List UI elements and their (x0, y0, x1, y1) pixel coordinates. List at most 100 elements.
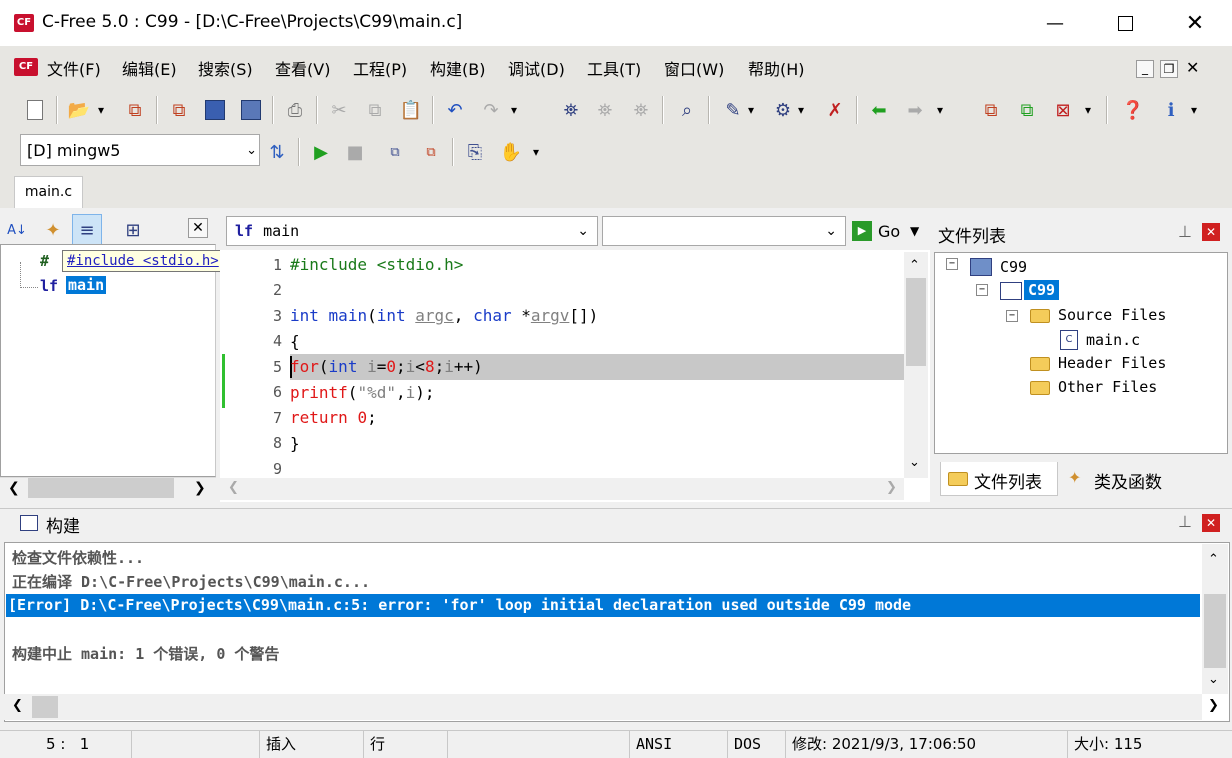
debug-icon[interactable]: ⎘ (460, 136, 490, 168)
tree-main-c[interactable]: main.c (1086, 331, 1140, 349)
find-icon[interactable]: ⛯ (556, 94, 586, 126)
undo-icon[interactable]: ↶ (440, 94, 470, 126)
menu-build[interactable]: 构建(B) (430, 56, 485, 80)
tree-source-files[interactable]: Source Files (1058, 306, 1166, 324)
editor-hscroll[interactable] (220, 478, 904, 500)
info-dropdown-icon[interactable]: ▾ (1184, 94, 1204, 126)
menu-help[interactable]: 帮助(H) (748, 56, 805, 80)
go-dropdown-icon[interactable]: ▼ (910, 224, 919, 238)
mdi-restore-icon[interactable]: ❐ (1160, 60, 1178, 78)
tree-other-files[interactable]: Other Files (1058, 378, 1157, 396)
nav-forward-icon[interactable]: ➡ (900, 94, 930, 126)
build-vscroll-thumb[interactable] (1204, 594, 1226, 668)
nav-back-icon[interactable]: ⬅ (864, 94, 894, 126)
menu-project[interactable]: 工程(P) (353, 56, 407, 80)
mdi-minimize-icon[interactable]: _ (1136, 60, 1154, 78)
tree-project[interactable]: C99 (1024, 280, 1060, 300)
save-icon[interactable] (200, 94, 230, 126)
scroll-left-icon[interactable]: ❮ (8, 480, 20, 496)
editor-vscroll-thumb[interactable] (906, 278, 926, 366)
redo-dropdown-icon[interactable]: ▾ (504, 94, 524, 126)
scope-select[interactable]: ⌄ (602, 216, 846, 246)
maximize-icon[interactable] (1102, 0, 1148, 46)
copy-icon[interactable]: ⧉ (360, 94, 390, 126)
build-hscroll[interactable] (4, 694, 1202, 720)
scroll-down-icon[interactable]: ⌄ (1208, 672, 1219, 687)
build-hscroll-thumb[interactable] (32, 696, 58, 718)
save-all-icon[interactable] (236, 94, 266, 126)
symbol-tree-icon[interactable]: ≡ (72, 214, 102, 246)
scroll-right-icon[interactable]: ❯ (1208, 698, 1219, 713)
menu-debug[interactable]: 调试(D) (508, 56, 565, 80)
scroll-down-icon[interactable]: ⌄ (909, 455, 920, 470)
menu-edit[interactable]: 编辑(E) (122, 56, 177, 80)
tree-header-files[interactable]: Header Files (1058, 354, 1166, 372)
menu-tools[interactable]: 工具(T) (587, 56, 641, 80)
build-icon[interactable]: ⧉ (416, 136, 446, 168)
info-icon[interactable]: ℹ (1156, 94, 1186, 126)
doc-icon[interactable]: CF (14, 58, 38, 76)
collapse-icon[interactable]: − (946, 258, 958, 270)
collapse-icon[interactable]: − (976, 284, 988, 296)
symbol-list-icon[interactable]: ⊞ (118, 214, 148, 246)
menu-search[interactable]: 搜索(S) (198, 56, 253, 80)
function-select[interactable]: lf main ⌄ (226, 216, 598, 246)
scroll-up-icon[interactable]: ⌃ (1208, 552, 1219, 567)
open-folder-icon[interactable]: 📂 (64, 94, 94, 126)
scroll-left-icon[interactable]: ❮ (228, 480, 239, 495)
filelist-close-icon[interactable]: ✕ (1202, 223, 1220, 241)
compile-icon[interactable]: ⧉ (380, 136, 410, 168)
menu-view[interactable]: 查看(V) (275, 56, 330, 80)
next-bookmark-dropdown-icon[interactable]: ▾ (794, 94, 808, 126)
minimize-icon[interactable]: — (1032, 0, 1078, 46)
bookmark-dropdown-icon[interactable]: ▾ (744, 94, 758, 126)
scroll-right-icon[interactable]: ❯ (886, 480, 897, 495)
find-prev-icon[interactable]: ⛯ (626, 94, 656, 126)
scroll-left-icon[interactable]: ❮ (12, 698, 23, 713)
symbol-main[interactable]: main (66, 276, 107, 294)
tab-main-c[interactable]: main.c (14, 176, 83, 208)
project-dropdown-icon[interactable]: ▾ (1078, 94, 1098, 126)
project-new-icon[interactable]: ⧉ (976, 94, 1006, 126)
cut-icon[interactable]: ✂ (324, 94, 354, 126)
close-file-icon[interactable]: ⧉ (164, 94, 194, 126)
compiler-select[interactable]: [D] mingw5 ⌄ (20, 134, 260, 166)
scroll-right-icon[interactable]: ❯ (194, 480, 206, 496)
build-close-icon[interactable]: ✕ (1202, 514, 1220, 532)
pin-icon[interactable]: ⊥ (1178, 512, 1192, 531)
nav-dropdown-icon[interactable]: ▾ (930, 94, 950, 126)
project-close-icon[interactable]: ⊠ (1048, 94, 1078, 126)
status-cell (448, 731, 630, 758)
stop-icon[interactable]: ■ (340, 136, 370, 168)
pin-icon[interactable]: ⊥ (1178, 222, 1192, 241)
mdi-close-icon[interactable]: ✕ (1186, 58, 1199, 77)
menu-file[interactable]: 文件(F) (47, 56, 101, 80)
new-file-icon[interactable] (20, 94, 50, 126)
menu-window[interactable]: 窗口(W) (664, 56, 724, 80)
open-recent-icon[interactable]: ⧉ (120, 94, 150, 126)
sort-az-icon[interactable]: A↓ (2, 214, 32, 246)
clear-bookmarks-icon[interactable]: ✗ (820, 94, 850, 126)
find-in-files-icon[interactable]: ⌕ (672, 94, 702, 126)
run-dropdown-icon[interactable]: ▾ (526, 136, 546, 168)
scroll-up-icon[interactable]: ⌃ (909, 258, 920, 273)
project-open-icon[interactable]: ⧉ (1012, 94, 1042, 126)
go-button[interactable]: Go (878, 222, 900, 241)
compiler-options-icon[interactable]: ⇅ (262, 136, 292, 168)
help-icon[interactable]: ❓ (1118, 94, 1148, 126)
open-dropdown-icon[interactable]: ▾ (94, 94, 108, 126)
print-icon[interactable]: ⎙ (280, 94, 310, 126)
find-next-icon[interactable]: ⛯ (590, 94, 620, 126)
scroll-thumb[interactable] (28, 478, 174, 498)
pause-hand-icon[interactable]: ✋ (496, 136, 526, 168)
symbol-filter-icon[interactable]: ✦ (38, 214, 68, 246)
run-icon[interactable]: ▶ (306, 136, 336, 168)
paste-icon[interactable]: 📋 (396, 94, 426, 126)
tree-root[interactable]: C99 (1000, 258, 1027, 276)
redo-icon[interactable]: ↷ (476, 94, 506, 126)
build-error[interactable]: [Error] D:\C-Free\Projects\C99\main.c:5:… (8, 596, 911, 614)
close-icon[interactable]: ✕ (1172, 0, 1218, 46)
close-pane-icon[interactable]: ✕ (188, 218, 208, 238)
collapse-icon[interactable]: − (1006, 310, 1018, 322)
tab-classes[interactable]: 类及函数 (1094, 468, 1162, 493)
